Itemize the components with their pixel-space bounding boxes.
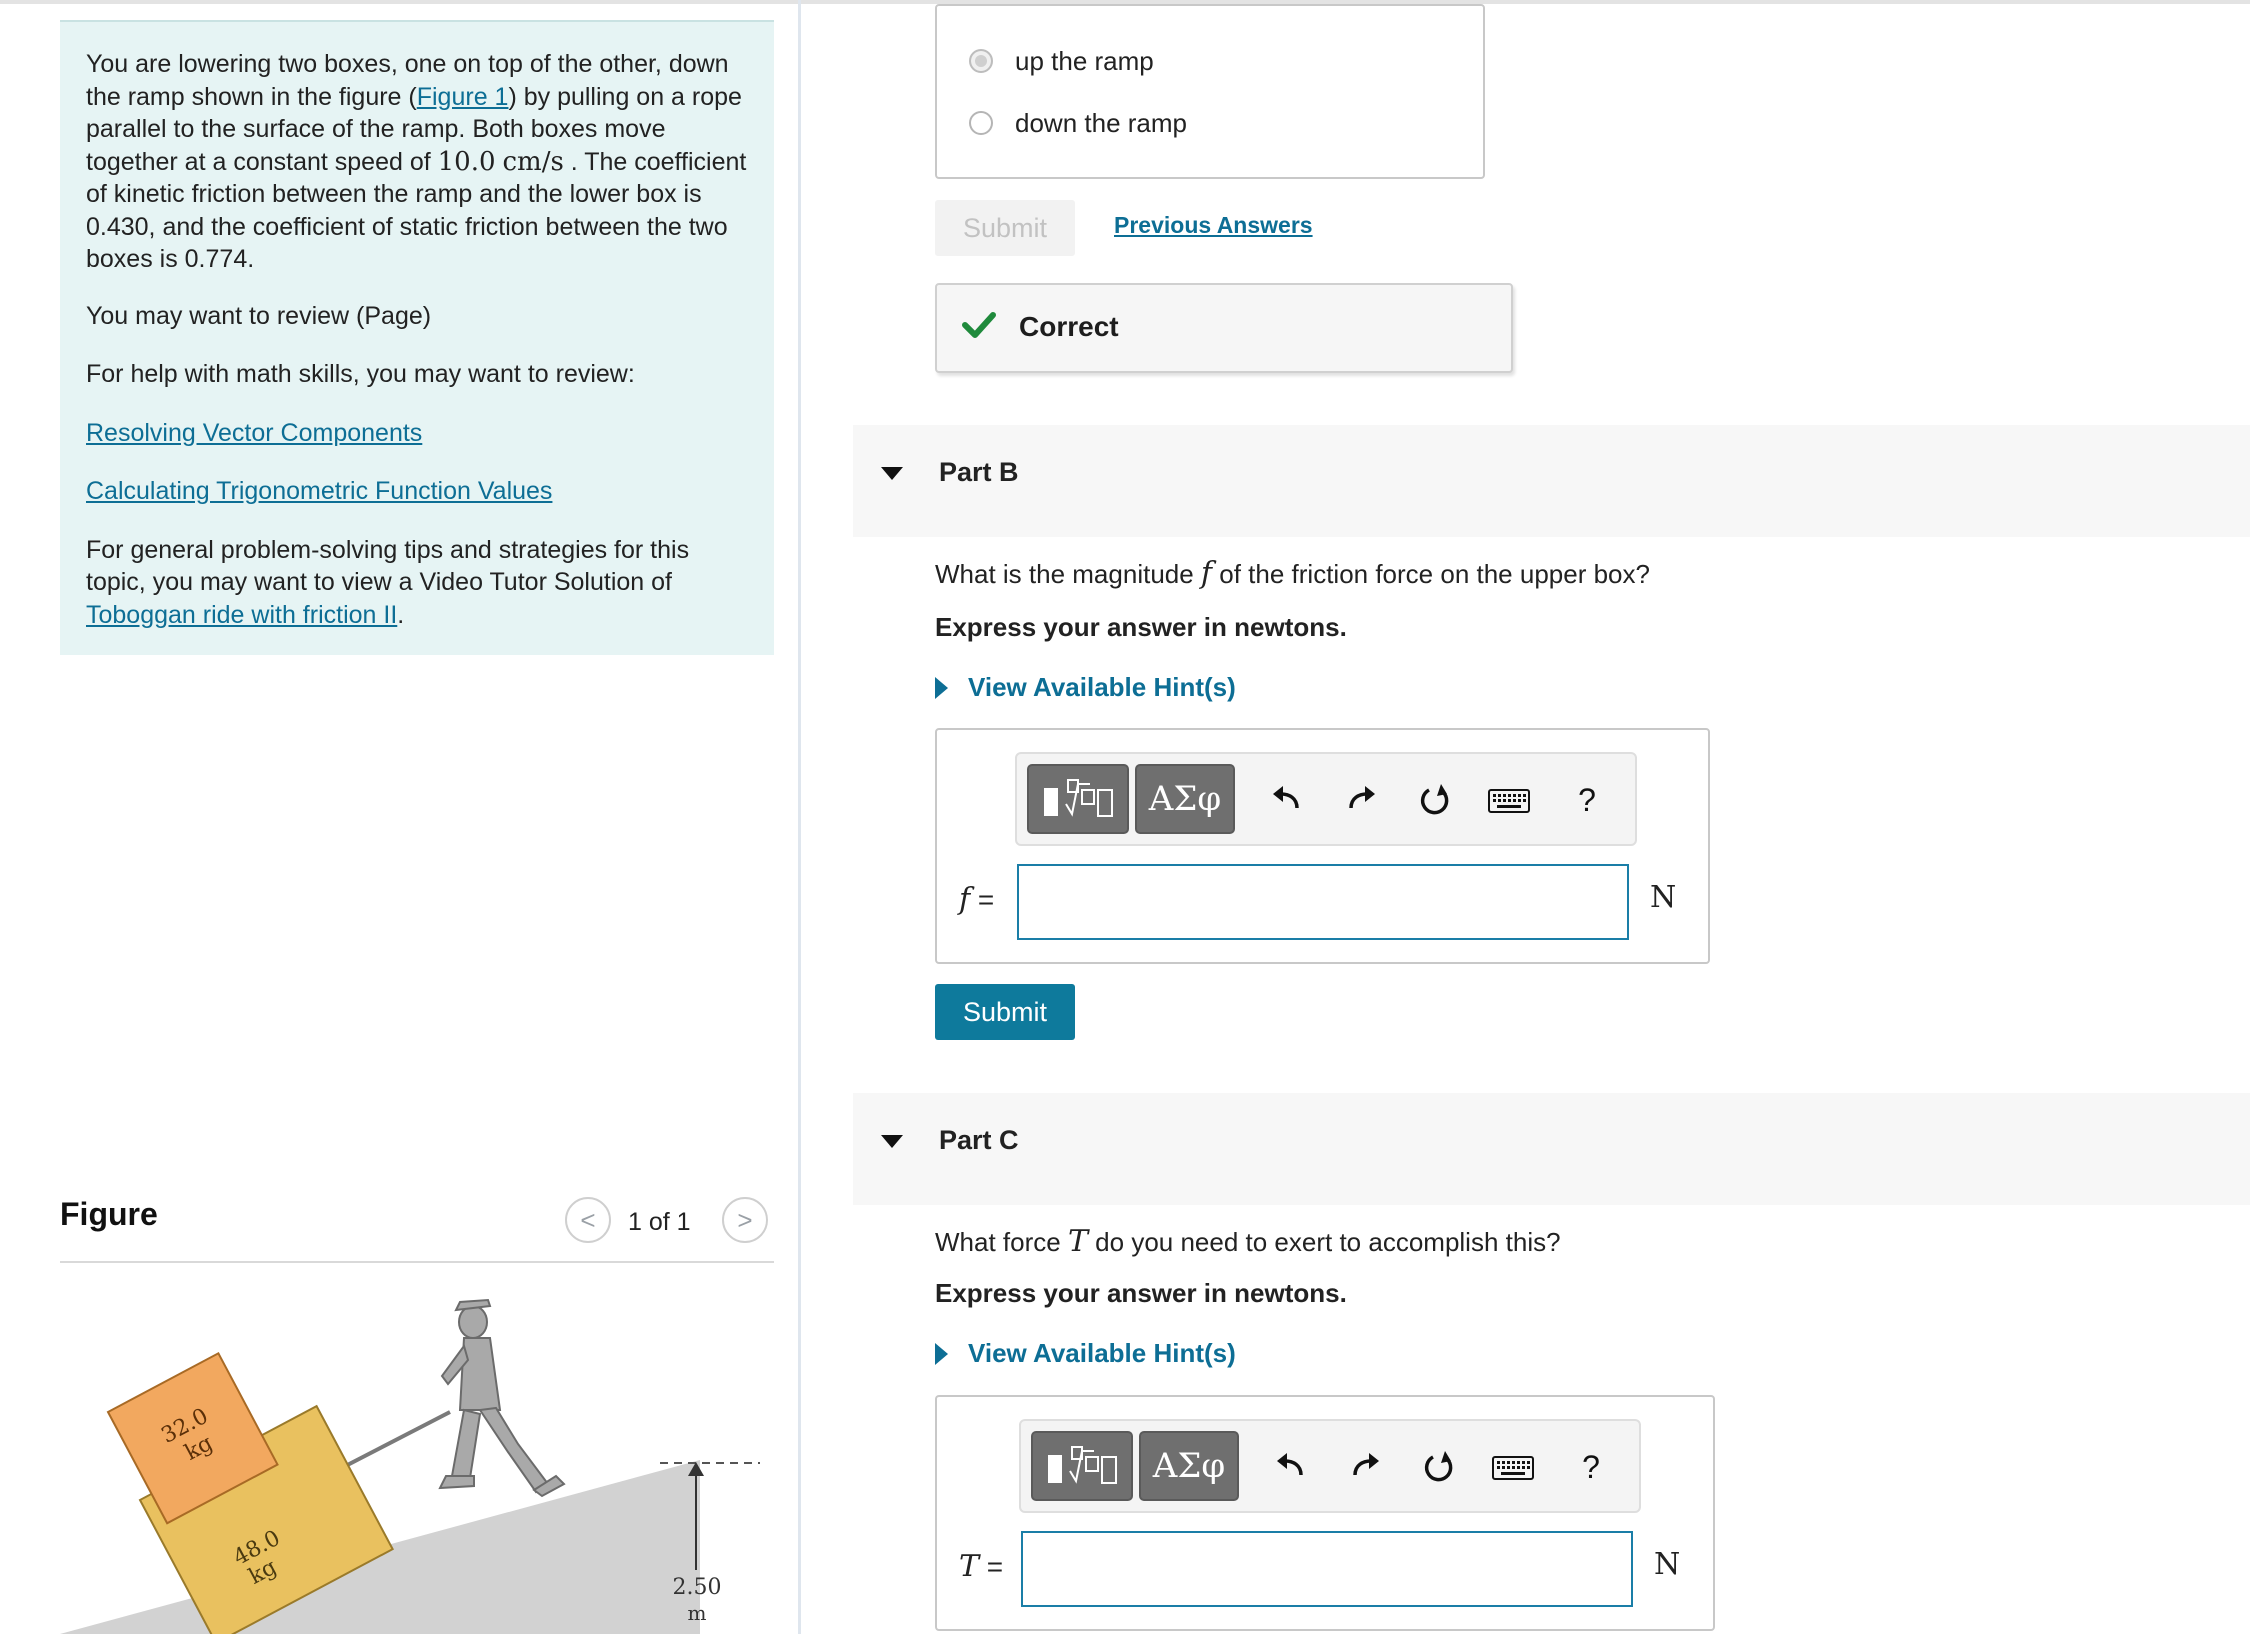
help-button[interactable]: ?	[1569, 1445, 1613, 1489]
part-c-instructions: Express your answer in newtons.	[935, 1278, 1347, 1308]
part-b-answer-box: ΑΣφ ? f = N	[935, 728, 1710, 964]
part-b-submit-button[interactable]: Submit	[935, 984, 1075, 1040]
tips-text: For general problem-solving tips and str…	[86, 534, 748, 632]
height-label: 2.50	[673, 1575, 722, 1600]
correct-feedback: Correct	[935, 283, 1513, 373]
figure-prev-button[interactable]: <	[565, 1197, 611, 1243]
chevron-left-icon: <	[580, 1204, 596, 1235]
templates-icon	[1044, 779, 1113, 817]
templates-button[interactable]	[1027, 764, 1129, 834]
part-b-header[interactable]: Part B	[853, 425, 2250, 537]
question-text: of the friction force on the upper box?	[1212, 559, 1650, 589]
link-trig-values[interactable]: Calculating Trigonometric Function Value…	[86, 477, 552, 505]
option-down-the-ramp[interactable]: down the ramp	[969, 106, 1187, 140]
math-help-text: For help with math skills, you may want …	[86, 360, 635, 388]
figure-pager: 1 of 1	[628, 1208, 691, 1236]
answer-variable-label: f =	[959, 882, 994, 917]
unit-label: N	[1650, 880, 1677, 915]
caret-right-icon	[935, 1342, 948, 1365]
check-icon	[962, 312, 996, 338]
part-c-answer-box: ΑΣφ ? T = N	[935, 1395, 1715, 1631]
option-label: up the ramp	[1015, 45, 1154, 76]
variable-symbol: f	[959, 882, 971, 917]
link-video-tutor[interactable]: Toboggan ride with friction II	[86, 601, 397, 629]
figure-next-button[interactable]: >	[722, 1197, 768, 1243]
greek-symbols-button[interactable]: ΑΣφ	[1135, 764, 1235, 834]
part-b-question: What is the magnitude f of the friction …	[935, 556, 1650, 591]
option-up-the-ramp[interactable]: up the ramp	[969, 44, 1154, 78]
figure-link[interactable]: Figure 1	[417, 83, 509, 111]
question-text: do you need to exert to accomplish this?	[1087, 1227, 1561, 1257]
unit-label: N	[1654, 1547, 1681, 1582]
option-label: down the ramp	[1015, 107, 1187, 138]
height-unit: m	[688, 1601, 707, 1625]
radio-button-selected[interactable]	[969, 49, 993, 73]
part-a-options: up the ramp down the ramp	[935, 4, 1485, 179]
keyboard-icon[interactable]	[1491, 1445, 1535, 1489]
figure-divider	[60, 1261, 774, 1263]
radio-button[interactable]	[969, 111, 993, 135]
caret-right-icon	[935, 676, 948, 699]
review-text: You may want to review (Page)	[86, 301, 432, 330]
variable-symbol: T	[959, 1549, 980, 1584]
keyboard-icon[interactable]	[1487, 778, 1531, 822]
person-figure	[438, 1298, 566, 1498]
math-toolbar: ΑΣφ ?	[1019, 1419, 1641, 1513]
greek-symbols-button[interactable]: ΑΣφ	[1139, 1431, 1239, 1501]
problem-statement: You are lowering two boxes, one on top o…	[86, 48, 748, 276]
part-b-hint-toggle[interactable]: View Available Hint(s)	[935, 672, 1236, 703]
reset-icon[interactable]	[1417, 1445, 1461, 1489]
equals-sign: =	[970, 884, 995, 915]
problem-intro: You are lowering two boxes, one on top o…	[60, 20, 774, 655]
speed-value: 10.0	[437, 146, 496, 177]
hint-label: View Available Hint(s)	[968, 672, 1236, 702]
templates-icon	[1048, 1446, 1117, 1484]
feedback-label: Correct	[1019, 311, 1119, 342]
redo-icon[interactable]	[1339, 778, 1383, 822]
equals-sign: =	[979, 1551, 1004, 1582]
part-c-answer-input[interactable]	[1021, 1531, 1633, 1607]
caret-down-icon	[881, 1135, 903, 1148]
part-c-title: Part C	[939, 1125, 1019, 1155]
tips-text-b: .	[397, 600, 405, 629]
tips-text-a: For general problem-solving tips and str…	[86, 535, 690, 597]
panel-divider	[798, 0, 801, 1634]
caret-down-icon	[881, 467, 903, 480]
part-b-answer-input[interactable]	[1017, 864, 1629, 940]
templates-button[interactable]	[1031, 1431, 1133, 1501]
question-variable: T	[1067, 1224, 1088, 1259]
answer-variable-label: T =	[959, 1549, 1003, 1584]
hint-label: View Available Hint(s)	[968, 1338, 1236, 1368]
chevron-right-icon: >	[737, 1204, 753, 1235]
redo-icon[interactable]	[1343, 1445, 1387, 1489]
undo-icon[interactable]	[1269, 1445, 1313, 1489]
part-c-hint-toggle[interactable]: View Available Hint(s)	[935, 1338, 1236, 1369]
question-text: What is the magnitude	[935, 559, 1201, 589]
part-b-instructions: Express your answer in newtons.	[935, 612, 1347, 642]
part-c-question: What force T do you need to exert to acc…	[935, 1224, 1561, 1259]
ramp-figure: 2.50 m 48.0 kg 32.0 kg	[60, 1298, 760, 1634]
reset-icon[interactable]	[1413, 778, 1457, 822]
part-a-submit-button[interactable]: Submit	[935, 200, 1075, 256]
speed-unit: cm/s	[502, 146, 564, 177]
figure-title: Figure	[60, 1196, 158, 1232]
question-variable: f	[1200, 556, 1213, 591]
part-b-title: Part B	[939, 457, 1019, 487]
math-toolbar: ΑΣφ ?	[1015, 752, 1637, 846]
link-resolving-vectors[interactable]: Resolving Vector Components	[86, 419, 422, 447]
question-text: What force	[935, 1227, 1068, 1257]
previous-answers-link[interactable]: Previous Answers	[1114, 212, 1313, 239]
help-button[interactable]: ?	[1565, 778, 1609, 822]
part-c-header[interactable]: Part C	[853, 1093, 2250, 1205]
undo-icon[interactable]	[1265, 778, 1309, 822]
